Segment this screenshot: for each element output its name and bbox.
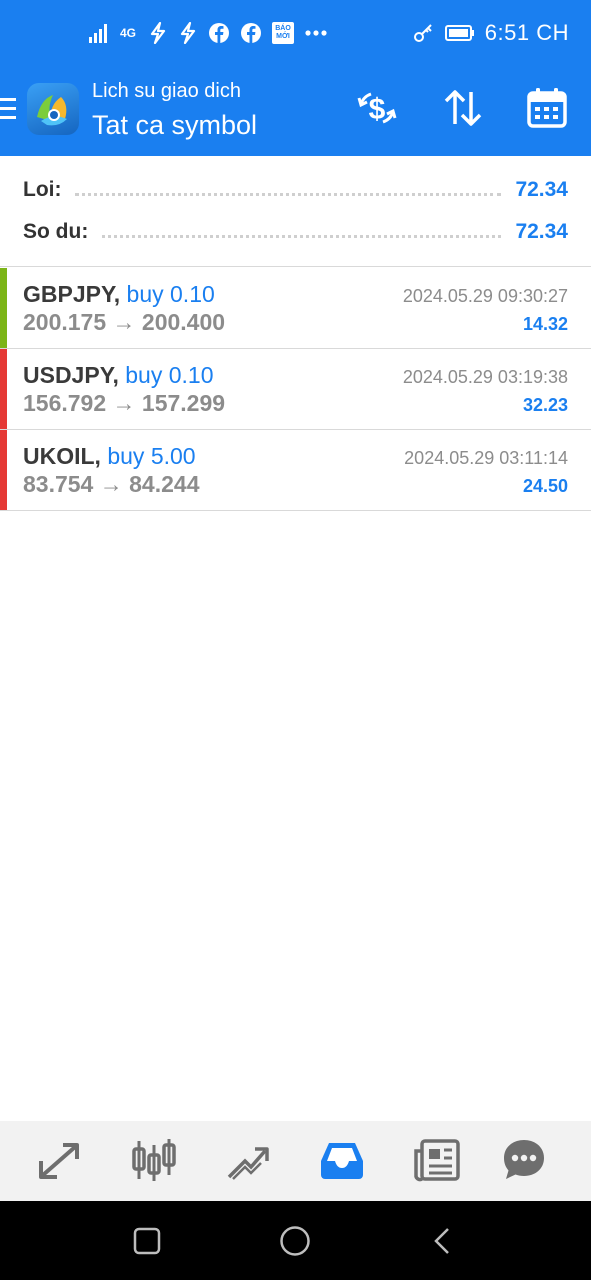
trade-prices: 83.754 → 84.244 [23,471,200,498]
clock: 6:51 CH [484,20,569,45]
back-icon[interactable] [432,1227,452,1255]
menu-icon[interactable] [0,98,16,122]
nav-news[interactable] [412,1135,462,1185]
baomoi-icon: BÁO MỚI [272,22,294,44]
close-price: 84.244 [129,471,200,497]
trade-indicator [0,349,7,429]
quotes-icon [39,1143,79,1179]
trade-symbol: USDJPY, buy 0.10 [23,362,214,389]
balance-row: So du: 72.34 [23,217,568,247]
trade-prices: 200.175 → 200.400 [23,309,225,336]
trade-profit: 24.50 [522,476,568,496]
home-icon[interactable] [279,1225,311,1257]
trade-prices: 156.792 → 157.299 [23,390,225,417]
currency-exchange-button[interactable]: $ [355,86,399,130]
symbol-name: USDJPY, [23,362,119,388]
trade-symbol: UKOIL, buy 5.00 [23,443,196,470]
trade-direction: buy 5.00 [107,443,196,469]
trade-row[interactable]: GBPJPY, buy 0.10 200.175 → 200.400 2024.… [0,268,591,349]
dotted-leader [102,234,502,238]
open-price: 200.175 [23,309,107,335]
trade-icon [227,1147,269,1180]
key-icon [413,24,432,42]
arrow-icon: → [99,471,123,497]
arrow-icon: → [112,390,136,416]
more-dots-icon [305,30,327,36]
messages-icon [504,1140,544,1179]
profit-label: Loi: [23,178,62,201]
signal-icon [89,24,107,43]
4g-icon: 4G [120,26,137,40]
system-navigation-bar [0,1201,591,1280]
profit-value: 72.34 [515,178,568,201]
facebook-icon [241,23,261,43]
news-icon [414,1139,460,1182]
sort-button[interactable] [441,86,485,130]
nav-messages[interactable] [499,1135,549,1185]
sort-icon [444,90,482,126]
toolbar-subtitle: Lich su giao dich [92,80,241,102]
open-price: 83.754 [23,471,94,497]
trade-direction: buy 0.10 [125,362,214,388]
calendar-button[interactable] [525,86,569,130]
currency-exchange-icon: $ [357,92,397,126]
trade-indicator [0,430,7,510]
battery-icon [444,25,474,41]
nav-chart[interactable] [129,1135,179,1185]
trade-row[interactable]: USDJPY, buy 0.10 156.792 → 157.299 2024.… [0,349,591,430]
status-bar: 4G BÁO MỚI 6:51 CH [0,0,591,64]
trade-row[interactable]: UKOIL, buy 5.00 83.754 → 84.244 2024.05.… [0,430,591,511]
dotted-leader [75,192,502,196]
trade-profit: 14.32 [522,314,568,334]
app-bar: Lich su giao dich Tat ca symbol $ [0,64,591,156]
metatrader-logo-icon[interactable] [27,83,79,135]
calendar-icon [527,88,567,128]
trade-profit: 32.23 [522,395,568,415]
flash-icon [180,22,196,44]
notification-icons: 4G BÁO MỚI [88,20,328,46]
open-price: 156.792 [23,390,107,416]
facebook-icon [209,23,229,43]
trade-symbol: GBPJPY, buy 0.10 [23,281,215,308]
balance-value: 72.34 [515,220,568,243]
history-icon [321,1143,363,1179]
close-price: 200.400 [141,309,226,335]
trade-time: 2024.05.29 09:30:27 [402,286,568,306]
account-summary: Loi: 72.34 So du: 72.34 [0,156,591,267]
nav-quotes[interactable] [35,1135,85,1185]
bottom-navigation [0,1121,591,1201]
trade-time: 2024.05.29 03:19:38 [402,367,568,387]
trade-indicator [0,268,7,348]
nav-trade[interactable] [223,1135,273,1185]
balance-label: So du: [23,220,89,243]
symbol-name: UKOIL, [23,443,101,469]
profit-row: Loi: 72.34 [23,175,568,205]
toolbar-title[interactable]: Tat ca symbol [92,110,257,141]
recent-apps-icon[interactable] [133,1227,161,1255]
arrow-icon: → [112,309,136,335]
logo-graphic [37,95,67,126]
trade-direction: buy 0.10 [126,281,215,307]
nav-history[interactable] [317,1135,367,1185]
status-right: 6:51 CH [413,18,569,48]
chart-icon [132,1139,176,1181]
close-price: 157.299 [141,390,226,416]
flash-icon [150,22,166,44]
symbol-name: GBPJPY, [23,281,121,307]
trade-time: 2024.05.29 03:11:14 [404,448,568,468]
